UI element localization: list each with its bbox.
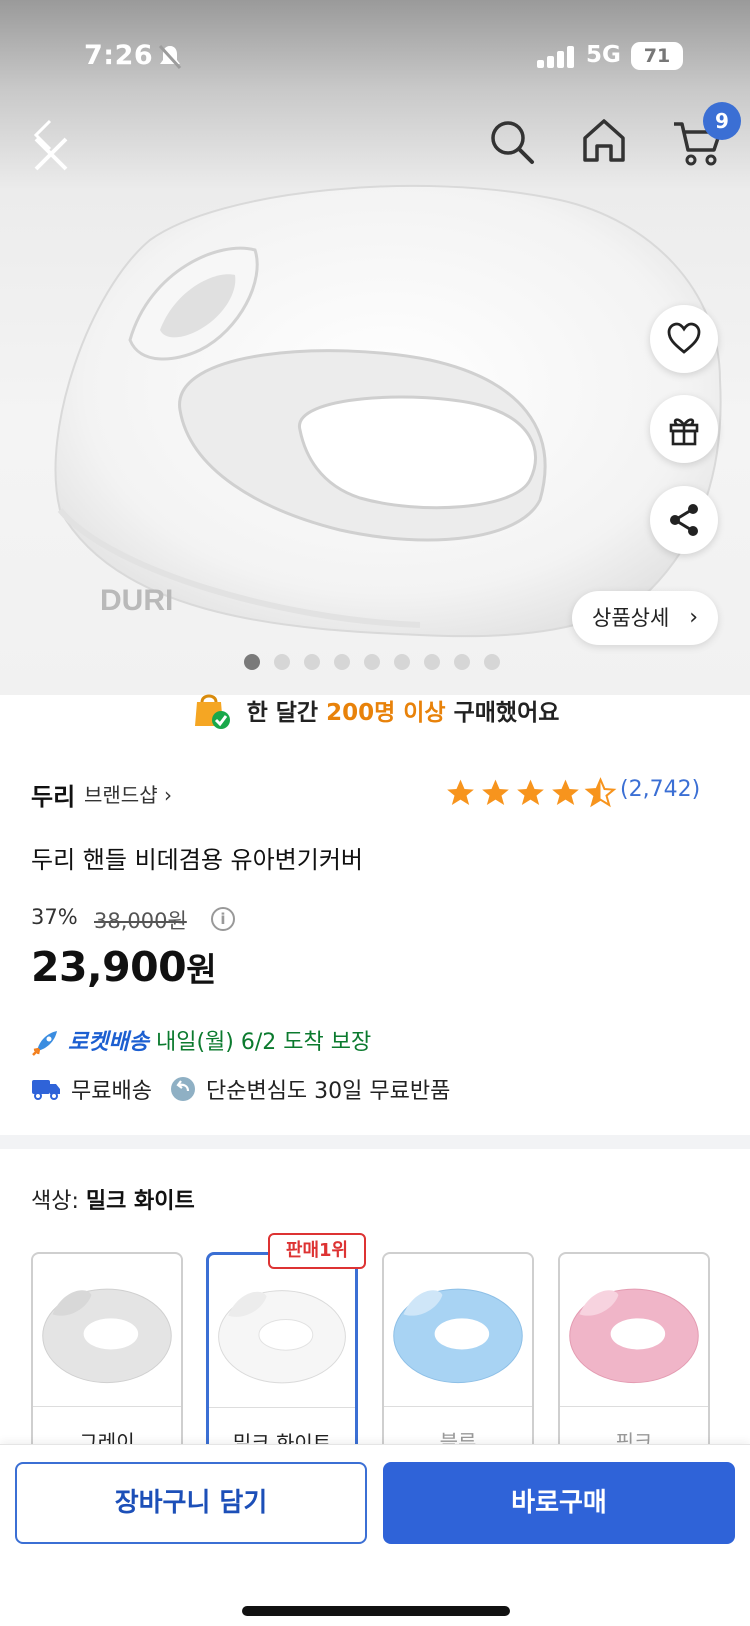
- price-unit: 원: [186, 950, 217, 989]
- option-separator: [384, 1406, 532, 1407]
- truck-icon: [32, 1080, 60, 1100]
- star-full-icon: [517, 779, 544, 805]
- banner-prefix: 한 달간: [246, 700, 327, 726]
- gallery-dot[interactable]: [454, 654, 470, 670]
- gallery-dot[interactable]: [244, 654, 260, 670]
- price-number: 23,900: [31, 943, 187, 991]
- mute-bell-icon: [158, 44, 182, 74]
- color-option-pink[interactable]: 핑크: [558, 1252, 710, 1457]
- color-option-gray[interactable]: 그레이: [31, 1252, 183, 1457]
- sale-price: 23,900원: [31, 943, 217, 991]
- gallery-dot[interactable]: [424, 654, 440, 670]
- star-full-icon: [447, 779, 474, 805]
- shipping-return-info: 무료배송 단순변심도 30일 무료반품: [31, 1073, 450, 1105]
- star-full-icon: [552, 779, 579, 805]
- search-icon[interactable]: [488, 118, 536, 166]
- option-separator: [33, 1406, 181, 1407]
- rocket-delivery-label: 로켓배송: [68, 1030, 149, 1055]
- gallery-dot[interactable]: [274, 654, 290, 670]
- gallery-dot[interactable]: [364, 654, 380, 670]
- share-button[interactable]: [650, 486, 718, 554]
- original-price: 38,000원: [94, 909, 187, 933]
- battery-level: 71: [643, 45, 671, 67]
- gallery-dot[interactable]: [304, 654, 320, 670]
- close-icon[interactable]: [30, 117, 80, 177]
- gift-button[interactable]: [650, 395, 718, 463]
- cart-count-badge: 9: [703, 102, 741, 140]
- home-icon[interactable]: [580, 116, 628, 166]
- chevron-right-icon: ›: [689, 605, 698, 630]
- add-to-cart-button[interactable]: 장바구니 담기: [15, 1462, 367, 1544]
- product-image[interactable]: DURI: [0, 180, 750, 650]
- gallery-pagination[interactable]: [244, 654, 500, 672]
- purchase-count-banner: 한 달간 200명 이상 구매했어요: [0, 690, 750, 732]
- banner-highlight: 200명 이상: [326, 700, 446, 726]
- product-detail-button[interactable]: 상품상세 ›: [572, 591, 718, 645]
- status-time: 7:26: [84, 40, 154, 71]
- color-option-thumbnail: [33, 1256, 181, 1404]
- status-bar: 7:26 5G 71: [0, 0, 750, 110]
- rocket-delivery-text: 내일(월) 6/2 도착 보장: [148, 1030, 372, 1055]
- buy-now-button[interactable]: 바로구매: [383, 1462, 735, 1544]
- discount-rate: 37%: [31, 905, 78, 929]
- selected-color: 밀크 화이트: [85, 1189, 195, 1214]
- color-option-blue[interactable]: 블루: [382, 1252, 534, 1457]
- rating-stars[interactable]: [444, 777, 617, 809]
- shopping-bag-check-icon: [191, 690, 231, 730]
- free-return-label: 단순변심도 30일 무료반품: [205, 1079, 451, 1104]
- return-icon: [170, 1077, 195, 1101]
- best-seller-badge: 판매1위: [268, 1233, 366, 1269]
- color-option-prefix: 색상:: [31, 1189, 86, 1214]
- heart-icon: [667, 322, 701, 354]
- color-option-thumbnail: [384, 1256, 532, 1404]
- svg-text:DURI: DURI: [100, 584, 173, 617]
- gallery-dot[interactable]: [394, 654, 410, 670]
- color-option-thumbnail: [560, 1256, 708, 1404]
- gallery-dot[interactable]: [334, 654, 350, 670]
- battery-icon: 71: [631, 42, 683, 70]
- cellular-signal-icon: [537, 46, 577, 68]
- info-icon[interactable]: i: [211, 907, 235, 931]
- rocket-delivery-info: 로켓배송 내일(월) 6/2 도착 보장: [31, 1024, 371, 1057]
- star-full-icon: [482, 779, 509, 805]
- product-title: 두리 핸들 비데겸용 유아변기커버: [31, 846, 364, 874]
- brand-name[interactable]: 두리: [31, 777, 75, 812]
- star-half-icon: [584, 777, 617, 808]
- network-type: 5G: [586, 42, 621, 68]
- banner-suffix: 구매했어요: [445, 700, 560, 726]
- rocket-icon: [32, 1031, 57, 1056]
- brand-shop-link[interactable]: 브랜드샵 ›: [84, 779, 172, 808]
- color-option-thumbnail: [209, 1258, 355, 1404]
- product-detail-label: 상품상세: [592, 606, 670, 630]
- option-separator: [209, 1407, 355, 1408]
- wishlist-button[interactable]: [650, 305, 718, 373]
- share-icon: [670, 504, 698, 536]
- gallery-dot[interactable]: [484, 654, 500, 670]
- product-gallery[interactable]: DURI 7:26 5G 71 9 상품상세 ›: [0, 0, 750, 695]
- section-divider: [0, 1135, 750, 1149]
- review-count[interactable]: (2,742): [620, 777, 700, 802]
- home-indicator[interactable]: [242, 1606, 510, 1616]
- color-option-label: 색상: 밀크 화이트: [31, 1183, 195, 1215]
- free-shipping-label: 무료배송: [71, 1079, 152, 1104]
- gift-icon: [669, 418, 699, 446]
- color-option-milk-white[interactable]: 밀크 화이트: [206, 1252, 358, 1457]
- option-separator: [560, 1406, 708, 1407]
